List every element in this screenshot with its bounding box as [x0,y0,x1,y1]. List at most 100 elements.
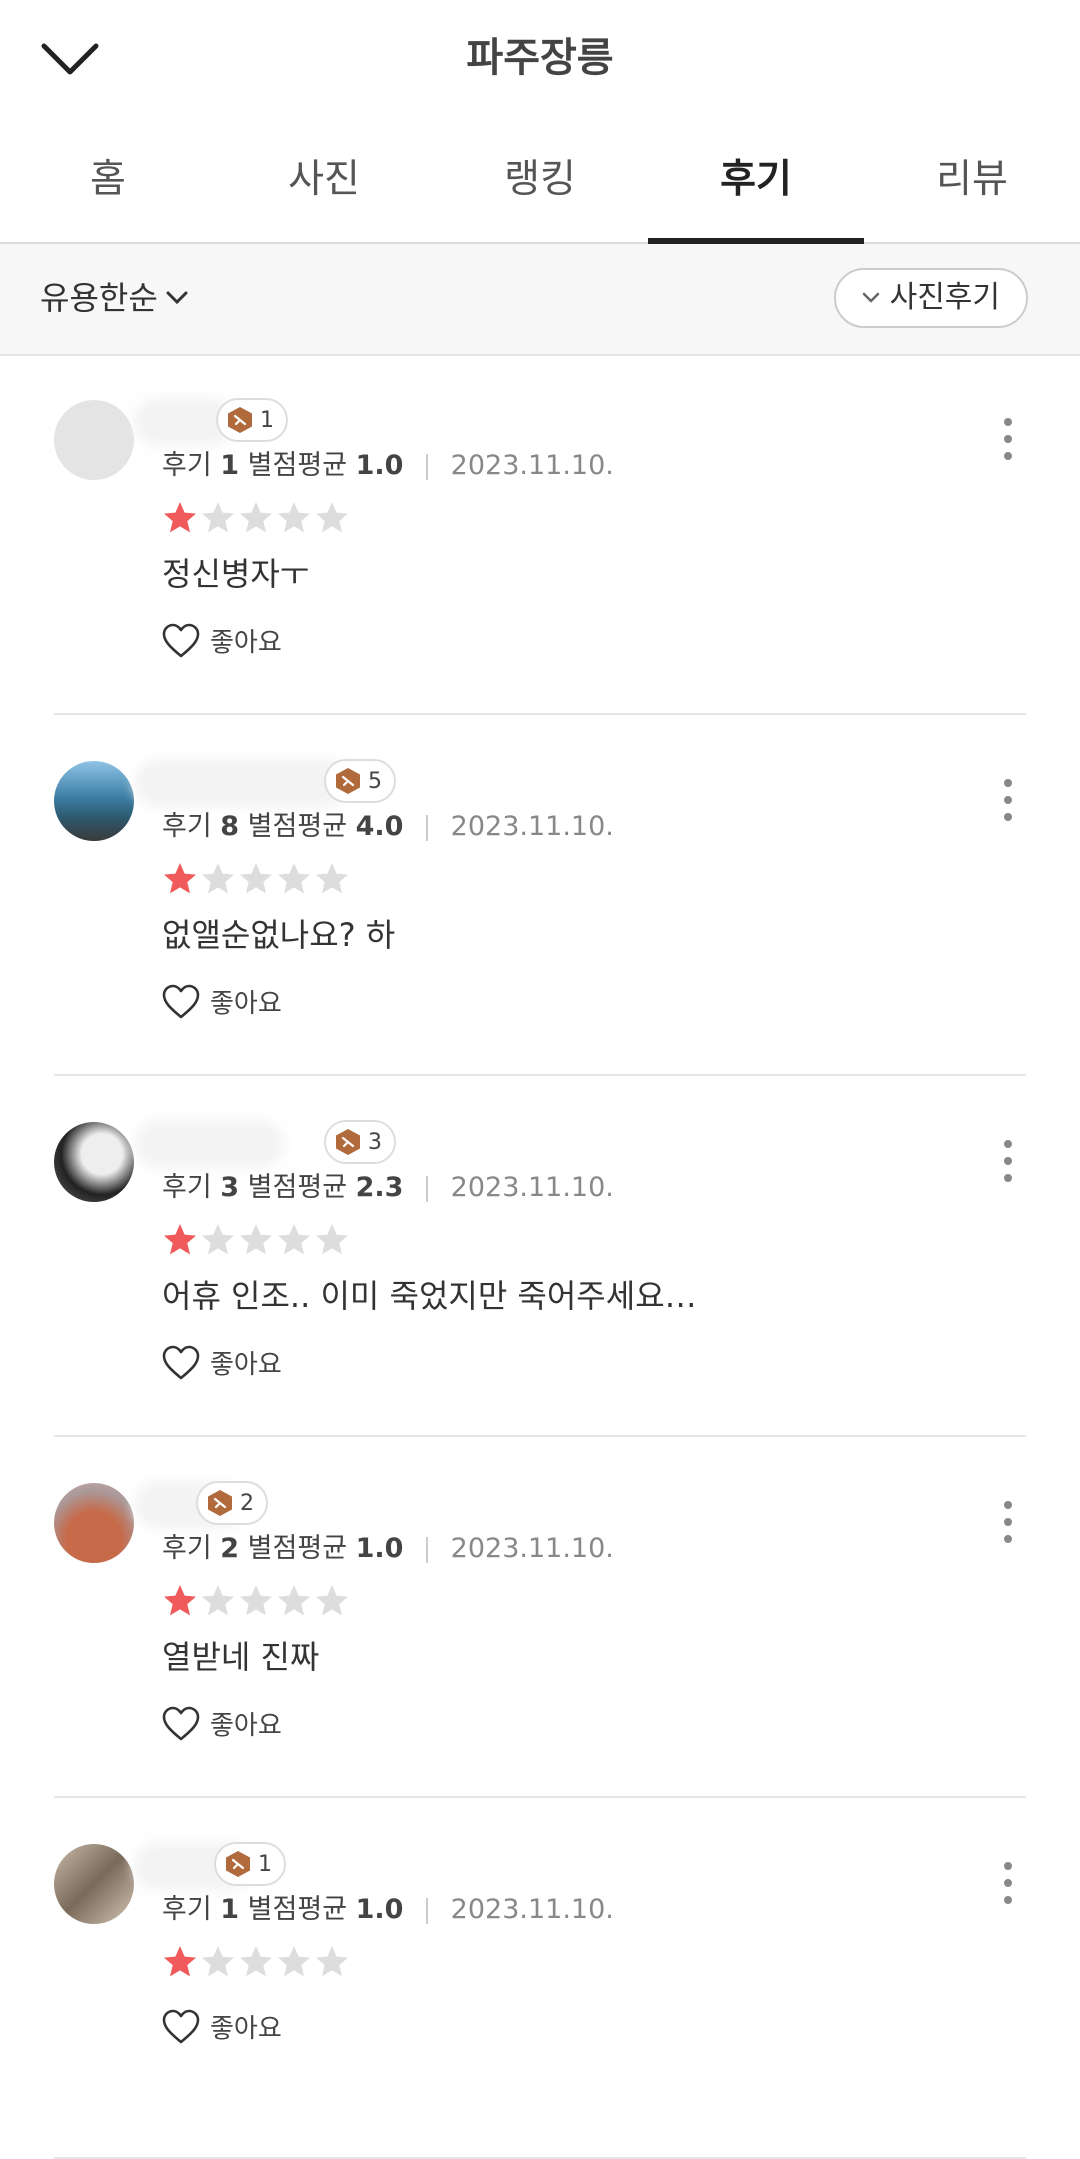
review-count-label: 후기 [162,1533,212,1564]
like-label: 좋아요 [210,628,282,658]
review-item: 3 후기 3 별점평균 2.3 2023.11.10. 어휴 인조.. 이미 죽… [54,1076,1026,1437]
star-empty-icon [202,863,234,894]
sort-label: 유용한순 [40,279,158,317]
star-empty-icon [278,1946,310,1977]
more-options-icon[interactable] [998,1138,1018,1184]
more-options-icon[interactable] [998,1499,1018,1545]
review-count: 3 [220,1172,240,1203]
review-date: 2023.11.10. [450,1894,614,1925]
review-count: 1 [220,450,240,481]
review-count: 8 [220,811,240,842]
star-filled-icon [164,502,196,533]
heart-icon [162,1706,200,1740]
level-badge-icon [228,407,252,433]
avatar[interactable] [54,761,134,841]
like-button[interactable]: 좋아요 [162,1705,282,1742]
review-count: 2 [220,1533,240,1564]
chevron-down-icon [166,291,188,305]
avatar[interactable] [54,1122,134,1202]
review-count-label: 후기 [162,450,212,481]
review-count-label: 후기 [162,1172,212,1203]
review-date: 2023.11.10. [450,811,614,842]
tab-home[interactable]: 홈 [0,120,216,242]
like-button[interactable]: 좋아요 [162,983,282,1020]
divider [426,1536,429,1563]
rating-average: 4.0 [355,811,404,842]
sort-dropdown[interactable]: 유용한순 [40,272,188,324]
star-empty-icon [278,502,310,533]
check-icon [862,292,879,303]
review-meta: 후기 3 별점평균 2.3 2023.11.10. [162,1168,614,1208]
more-options-icon[interactable] [998,416,1018,462]
review-meta: 후기 8 별점평균 4.0 2023.11.10. [162,807,614,847]
user-level-value: 1 [258,1851,272,1877]
photo-review-filter-button[interactable]: 사진후기 [833,268,1028,328]
heart-icon [162,1345,200,1379]
rating-average: 1.0 [355,450,404,481]
tab-reviews[interactable]: 후기 [648,120,864,244]
like-button[interactable]: 좋아요 [162,1344,282,1381]
tab-ranking[interactable]: 랭킹 [432,120,648,242]
star-empty-icon [316,863,348,894]
star-rating [162,861,350,897]
review-count-label: 후기 [162,1894,212,1925]
heart-icon [162,984,200,1018]
redacted-username [134,1120,284,1168]
review-count-label: 후기 [162,811,212,842]
heart-icon [162,2009,200,2043]
user-level-value: 5 [368,768,382,794]
like-label: 좋아요 [210,1711,282,1741]
user-level-value: 2 [240,1490,254,1516]
redacted-username [134,759,349,807]
star-empty-icon [202,1946,234,1977]
review-meta: 후기 2 별점평균 1.0 2023.11.10. [162,1529,614,1569]
star-empty-icon [316,1224,348,1255]
review-item: 5 후기 8 별점평균 4.0 2023.11.10. 없앨순없나요? 하 좋아… [54,715,1026,1076]
rating-average: 1.0 [355,1894,404,1925]
star-rating [162,1222,350,1258]
review-date: 2023.11.10. [450,1533,614,1564]
review-item: 2 후기 2 별점평균 1.0 2023.11.10. 열받네 진짜 좋아요 [54,1437,1026,1798]
divider [426,453,429,480]
star-empty-icon [278,863,310,894]
divider [426,1175,429,1202]
star-empty-icon [240,1946,272,1977]
user-level-value: 3 [368,1129,382,1155]
star-filled-icon [164,1585,196,1616]
avatar[interactable] [54,400,134,480]
user-level-value: 1 [260,407,274,433]
star-filled-icon [164,1224,196,1255]
review-text: 없앨순없나요? 하 [162,916,396,954]
divider [426,814,429,841]
level-badge-icon [336,1129,360,1155]
review-item: 1 후기 1 별점평균 1.0 2023.11.10. 좋아요 [54,1798,1026,2159]
review-text: 어휴 인조.. 이미 죽었지만 죽어주세요… [162,1277,697,1315]
avatar[interactable] [54,1844,134,1924]
more-options-icon[interactable] [998,1860,1018,1906]
review-text: 열받네 진짜 [162,1638,320,1676]
rating-average-label: 별점평균 [247,450,348,481]
like-button[interactable]: 좋아요 [162,622,282,659]
review-date: 2023.11.10. [450,1172,614,1203]
user-level-badge: 5 [324,759,396,803]
star-rating [162,1583,350,1619]
star-empty-icon [316,1946,348,1977]
review-count: 1 [220,1894,240,1925]
rating-average-label: 별점평균 [247,811,348,842]
rating-average-label: 별점평균 [247,1172,348,1203]
star-empty-icon [240,863,272,894]
like-button[interactable]: 좋아요 [162,2008,282,2045]
review-date: 2023.11.10. [450,450,614,481]
more-options-icon[interactable] [998,777,1018,823]
avatar[interactable] [54,1483,134,1563]
rating-average: 2.3 [355,1172,404,1203]
tab-review[interactable]: 리뷰 [864,120,1080,242]
level-badge-icon [208,1490,232,1516]
star-empty-icon [240,502,272,533]
level-badge-icon [226,1851,250,1877]
divider [426,1897,429,1924]
review-meta: 후기 1 별점평균 1.0 2023.11.10. [162,1890,614,1930]
star-empty-icon [202,1224,234,1255]
heart-icon [162,623,200,657]
tab-photos[interactable]: 사진 [216,120,432,242]
